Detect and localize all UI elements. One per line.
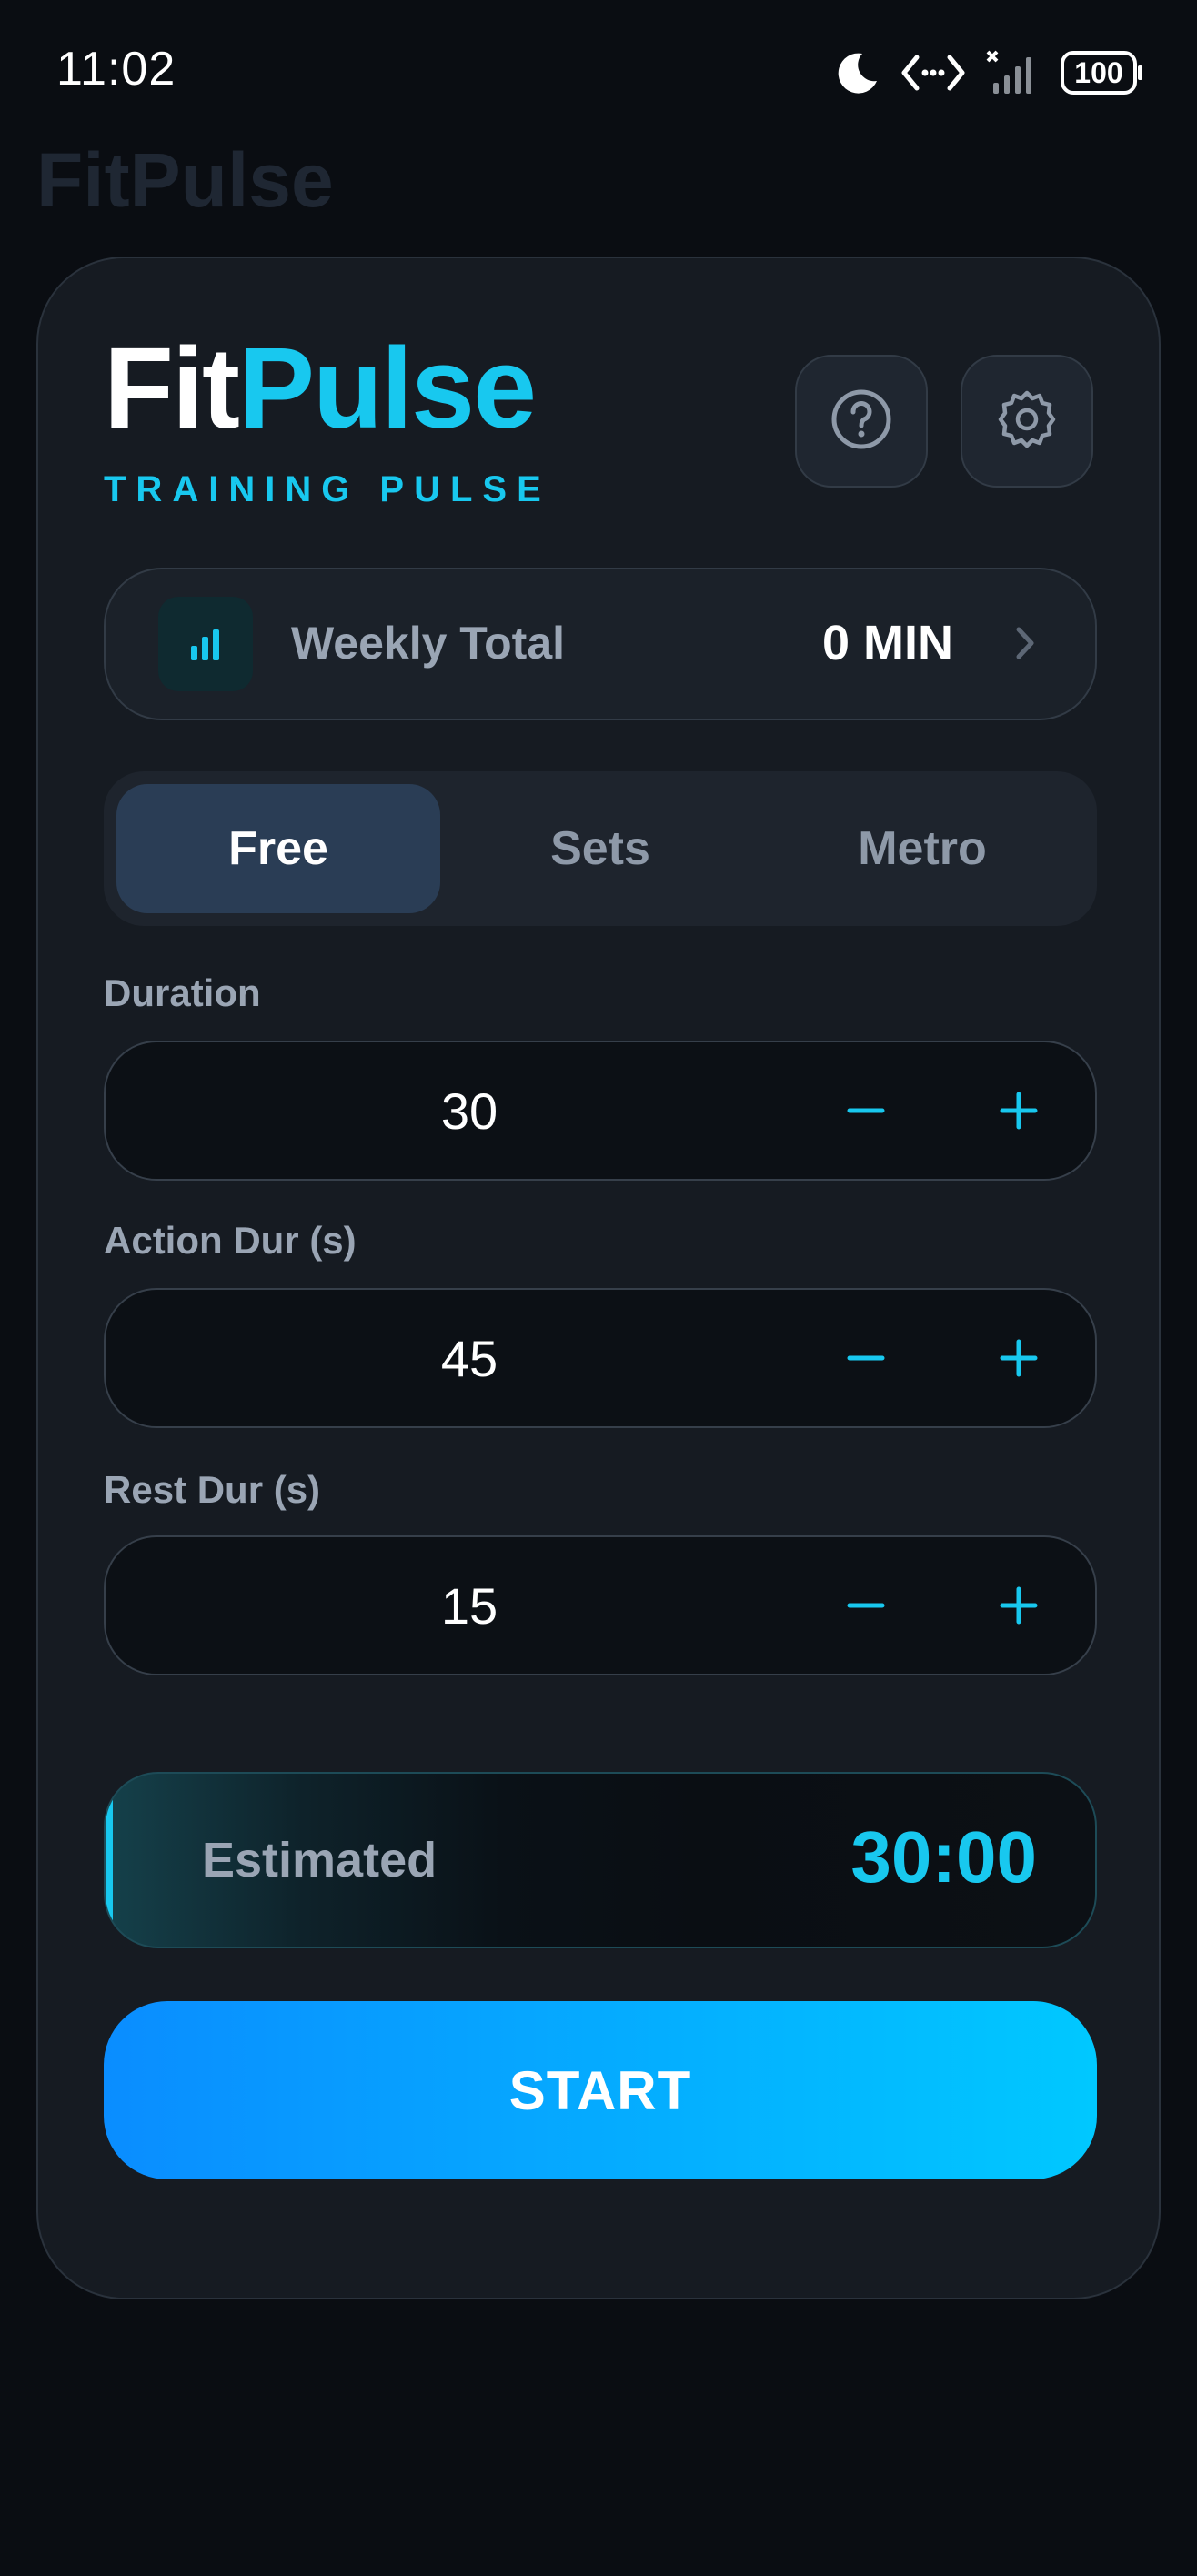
- tab-metro[interactable]: Metro: [760, 784, 1084, 913]
- action-duration-increment-button[interactable]: [986, 1325, 1051, 1391]
- plus-icon: [1000, 1586, 1038, 1625]
- signal-icon: [986, 50, 1041, 96]
- action-duration-label: Action Dur (s): [104, 1219, 357, 1262]
- plus-icon: [1000, 1092, 1038, 1130]
- battery-level: 100: [1074, 56, 1123, 89]
- network-arrows-icon: [900, 50, 966, 96]
- minus-icon: [847, 1108, 885, 1113]
- moon-icon: [835, 50, 880, 96]
- estimated-label: Estimated: [202, 1833, 438, 1887]
- bar-chart-icon: [158, 597, 253, 691]
- estimated-time-panel: Estimated 30:00: [104, 1772, 1097, 1948]
- status-bar: 11:02 100: [0, 0, 1197, 146]
- rest-duration-stepper: 15: [104, 1535, 1097, 1675]
- help-button[interactable]: [795, 355, 928, 488]
- estimate-accent-bar: [106, 1774, 113, 1947]
- action-duration-value[interactable]: 45: [106, 1290, 833, 1426]
- status-icons: 100: [835, 45, 1144, 100]
- gear-icon: [995, 387, 1059, 456]
- brand-logo: FitPulse: [104, 331, 551, 446]
- brand-subtitle: TRAINING PULSE: [104, 469, 551, 509]
- rest-duration-label: Rest Dur (s): [104, 1468, 321, 1511]
- duration-label: Duration: [104, 971, 261, 1014]
- duration-increment-button[interactable]: [986, 1078, 1051, 1143]
- rest-duration-value[interactable]: 15: [106, 1537, 833, 1674]
- chevron-right-icon: [1011, 620, 1039, 670]
- minus-icon: [847, 1355, 885, 1361]
- estimated-value: 30:00: [850, 1816, 1037, 1897]
- weekly-total-card[interactable]: Weekly Total 0 MIN: [104, 568, 1097, 720]
- battery-icon: 100: [1061, 51, 1144, 95]
- minus-icon: [847, 1603, 885, 1608]
- mode-tabs: Free Sets Metro: [104, 771, 1097, 926]
- duration-decrement-button[interactable]: [833, 1078, 899, 1143]
- action-duration-decrement-button[interactable]: [833, 1325, 899, 1391]
- help-circle-icon: [830, 387, 893, 456]
- tab-free[interactable]: Free: [116, 784, 440, 913]
- weekly-total-value: 0 MIN: [821, 616, 953, 670]
- settings-button[interactable]: [961, 355, 1093, 488]
- plus-icon: [1000, 1339, 1038, 1377]
- status-time: 11:02: [56, 43, 176, 96]
- main-card: FitPulse TRAINING PULSE Weekly Total 0 M…: [36, 257, 1161, 2299]
- background-title: FitPulse: [36, 137, 334, 223]
- brand-name-pulse: Pulse: [237, 324, 537, 452]
- rest-duration-decrement-button[interactable]: [833, 1573, 899, 1638]
- brand: FitPulse TRAINING PULSE: [104, 331, 551, 510]
- app-screen: 11:02 100 FitPulse FitPulse TRAINING PUL…: [0, 0, 1197, 2576]
- tab-sets[interactable]: Sets: [438, 784, 762, 913]
- duration-stepper: 30: [104, 1041, 1097, 1181]
- rest-duration-increment-button[interactable]: [986, 1573, 1051, 1638]
- start-button[interactable]: START: [104, 2001, 1097, 2179]
- weekly-total-label: Weekly Total: [291, 618, 566, 669]
- action-duration-stepper: 45: [104, 1288, 1097, 1428]
- brand-name-fit: Fit: [104, 324, 240, 452]
- duration-value[interactable]: 30: [106, 1042, 833, 1179]
